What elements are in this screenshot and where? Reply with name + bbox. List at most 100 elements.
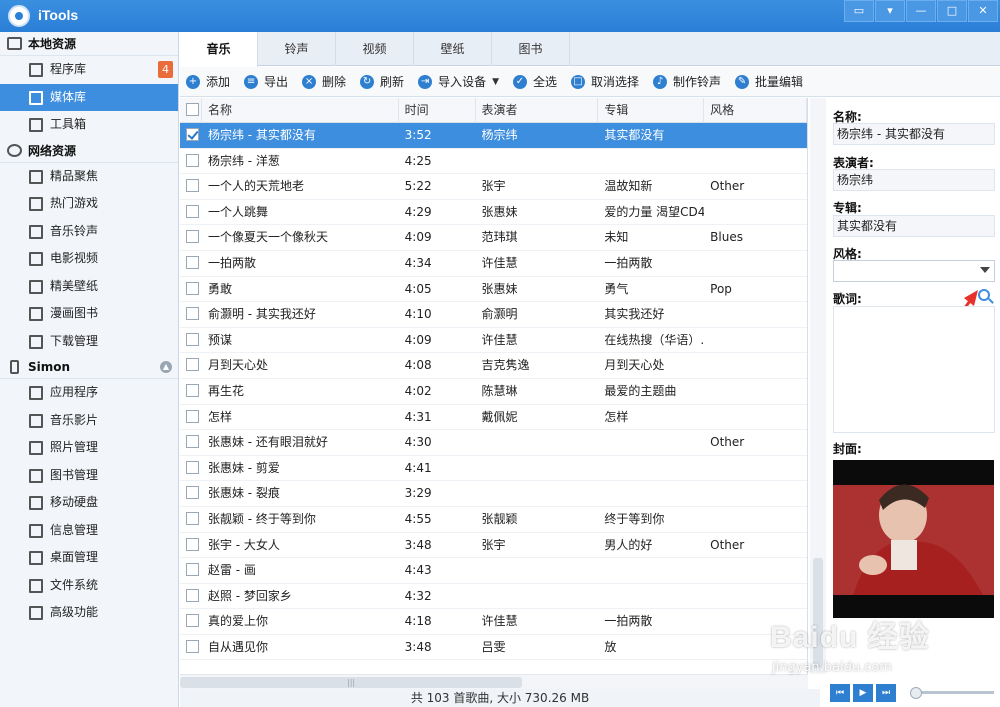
sidebar-item-applications[interactable]: 应用程序 [0, 379, 178, 407]
sidebar-item-desktop[interactable]: 桌面管理 [0, 544, 178, 572]
export-button[interactable]: ≡ 导出 [244, 73, 288, 90]
row-checkbox[interactable] [180, 225, 202, 251]
batch-edit-button[interactable]: ✎ 批量编辑 [735, 73, 803, 90]
previous-button[interactable]: ⏮ [830, 684, 850, 702]
next-button[interactable]: ⏭ [876, 684, 896, 702]
sidebar-item-file-system[interactable]: 文件系统 [0, 572, 178, 600]
row-checkbox[interactable] [180, 584, 202, 610]
row-checkbox[interactable] [180, 174, 202, 200]
sidebar-item-comics-books[interactable]: 漫画图书 [0, 300, 178, 328]
group-header-network[interactable]: 网络资源 [0, 139, 178, 163]
row-checkbox[interactable] [180, 405, 202, 431]
sidebar-item-mobile-disk[interactable]: 移动硬盘 [0, 489, 178, 517]
sidebar-item-advanced[interactable]: 高级功能 [0, 599, 178, 627]
feedback-icon[interactable]: ▭ [844, 0, 874, 22]
genre-select[interactable] [833, 260, 995, 282]
column-album[interactable]: 专辑 [598, 98, 705, 123]
menu-icon[interactable]: ▾ [875, 0, 905, 22]
close-button[interactable]: ✕ [968, 0, 998, 22]
volume-slider[interactable] [910, 687, 994, 699]
table-row[interactable]: 赵雷 - 画 4:43 [180, 558, 807, 584]
table-row[interactable]: 张惠妹 - 剪爱 4:41 [180, 456, 807, 482]
eject-icon[interactable]: ▲ [160, 361, 172, 373]
sidebar-item-media-library[interactable]: 媒体库 [0, 83, 178, 111]
select-all-checkbox[interactable] [180, 98, 202, 123]
row-checkbox[interactable] [180, 456, 202, 482]
row-checkbox[interactable] [180, 302, 202, 328]
table-row[interactable]: 杨宗纬 - 洋葱 4:25 [180, 149, 807, 175]
deselect-button[interactable]: □ 取消选择 [571, 73, 639, 90]
sidebar-item-apps-library[interactable]: 程序库 4 [0, 56, 178, 84]
table-row[interactable]: 一个人跳舞 4:29 张惠妹 爱的力量 渴望CD4 [180, 200, 807, 226]
sidebar-item-photos[interactable]: 照片管理 [0, 434, 178, 462]
row-checkbox[interactable] [180, 481, 202, 507]
tab-books[interactable]: 图书 [492, 32, 570, 66]
table-row[interactable]: 怎样 4:31 戴佩妮 怎样 [180, 405, 807, 431]
tab-music[interactable]: 音乐 [180, 32, 258, 67]
column-genre[interactable]: 风格 [704, 98, 807, 123]
import-device-button[interactable]: ⇥ 导入设备 ▼ [418, 73, 499, 90]
table-row[interactable]: 张惠妹 - 裂痕 3:29 [180, 481, 807, 507]
vertical-scrollbar[interactable] [810, 98, 826, 674]
row-checkbox[interactable] [180, 558, 202, 584]
table-row[interactable]: 预谋 4:09 许佳慧 在线热搜（华语）... [180, 328, 807, 354]
maximize-button[interactable]: □ [937, 0, 967, 22]
column-artist[interactable]: 表演者 [476, 98, 599, 123]
sidebar-item-wallpapers[interactable]: 精美壁纸 [0, 273, 178, 301]
sidebar-item-music-videos[interactable]: 音乐影片 [0, 407, 178, 435]
table-row[interactable]: 张宇 - 大女人 3:48 张宇 男人的好 Other [180, 533, 807, 559]
artist-field[interactable]: 杨宗纬 [833, 169, 995, 191]
group-header-local[interactable]: 本地资源 [0, 32, 178, 56]
refresh-button[interactable]: ↻ 刷新 [360, 73, 404, 90]
table-row[interactable]: 一拍两散 4:34 许佳慧 一拍两散 [180, 251, 807, 277]
tab-wallpapers[interactable]: 壁纸 [414, 32, 492, 66]
table-row[interactable]: 杨宗纬 - 其实都没有 3:52 杨宗纬 其实都没有 [180, 123, 807, 149]
sidebar-item-toolbox[interactable]: 工具箱 [0, 111, 178, 139]
sidebar-item-downloads[interactable]: 下载管理 [0, 328, 178, 356]
table-row[interactable]: 赵照 - 梦回家乡 4:32 [180, 584, 807, 610]
minimize-button[interactable]: — [906, 0, 936, 22]
row-checkbox[interactable] [180, 379, 202, 405]
table-row[interactable]: 自从遇见你 3:48 吕雯 放 [180, 635, 807, 661]
lyrics-textarea[interactable] [833, 306, 995, 433]
row-checkbox[interactable] [180, 251, 202, 277]
row-checkbox[interactable] [180, 328, 202, 354]
album-field[interactable]: 其实都没有 [833, 215, 995, 237]
select-all-button[interactable]: ✓ 全选 [513, 73, 557, 90]
table-row[interactable]: 勇敢 4:05 张惠妹 勇气 Pop [180, 277, 807, 303]
sidebar-item-movies[interactable]: 电影视频 [0, 245, 178, 273]
column-time[interactable]: 时间 [399, 98, 476, 123]
row-checkbox[interactable] [180, 149, 202, 175]
sidebar-item-messages[interactable]: 信息管理 [0, 517, 178, 545]
name-field[interactable]: 杨宗纬 - 其实都没有 [833, 123, 995, 145]
play-button[interactable]: ▶ [853, 684, 873, 702]
group-header-device[interactable]: Simon ▲ [0, 355, 178, 379]
table-row[interactable]: 一个人的天荒地老 5:22 张宇 温故知新 Other [180, 174, 807, 200]
make-ringtone-button[interactable]: ♪ 制作铃声 [653, 73, 721, 90]
row-checkbox[interactable] [180, 635, 202, 661]
table-row[interactable]: 真的爱上你 4:18 许佳慧 一拍两散 [180, 609, 807, 635]
sidebar-item-featured[interactable]: 精品聚焦 [0, 163, 178, 191]
column-name[interactable]: 名称 [202, 98, 399, 123]
row-checkbox[interactable] [180, 123, 202, 149]
tab-ringtones[interactable]: 铃声 [258, 32, 336, 66]
row-checkbox[interactable] [180, 200, 202, 226]
row-checkbox[interactable] [180, 277, 202, 303]
sidebar-item-books[interactable]: 图书管理 [0, 462, 178, 490]
row-checkbox[interactable] [180, 609, 202, 635]
table-row[interactable]: 张靓颖 - 终于等到你 4:55 张靓颖 终于等到你 [180, 507, 807, 533]
chevron-down-icon[interactable]: ▼ [492, 77, 499, 87]
album-cover-image[interactable] [833, 460, 994, 618]
row-checkbox[interactable] [180, 430, 202, 456]
tab-videos[interactable]: 视频 [336, 32, 414, 66]
row-checkbox[interactable] [180, 353, 202, 379]
row-checkbox[interactable] [180, 533, 202, 559]
sidebar-item-hot-games[interactable]: 热门游戏 [0, 190, 178, 218]
table-row[interactable]: 一个像夏天一个像秋天 4:09 范玮琪 未知 Blues [180, 225, 807, 251]
table-row[interactable]: 俞灏明 - 其实我还好 4:10 俞灏明 其实我还好 [180, 302, 807, 328]
sidebar-item-music-ringtones[interactable]: 音乐铃声 [0, 218, 178, 246]
horizontal-scrollbar[interactable]: ||| [180, 674, 808, 689]
add-button[interactable]: + 添加 [186, 73, 230, 90]
row-checkbox[interactable] [180, 507, 202, 533]
table-row[interactable]: 再生花 4:02 陈慧琳 最爱的主题曲 [180, 379, 807, 405]
